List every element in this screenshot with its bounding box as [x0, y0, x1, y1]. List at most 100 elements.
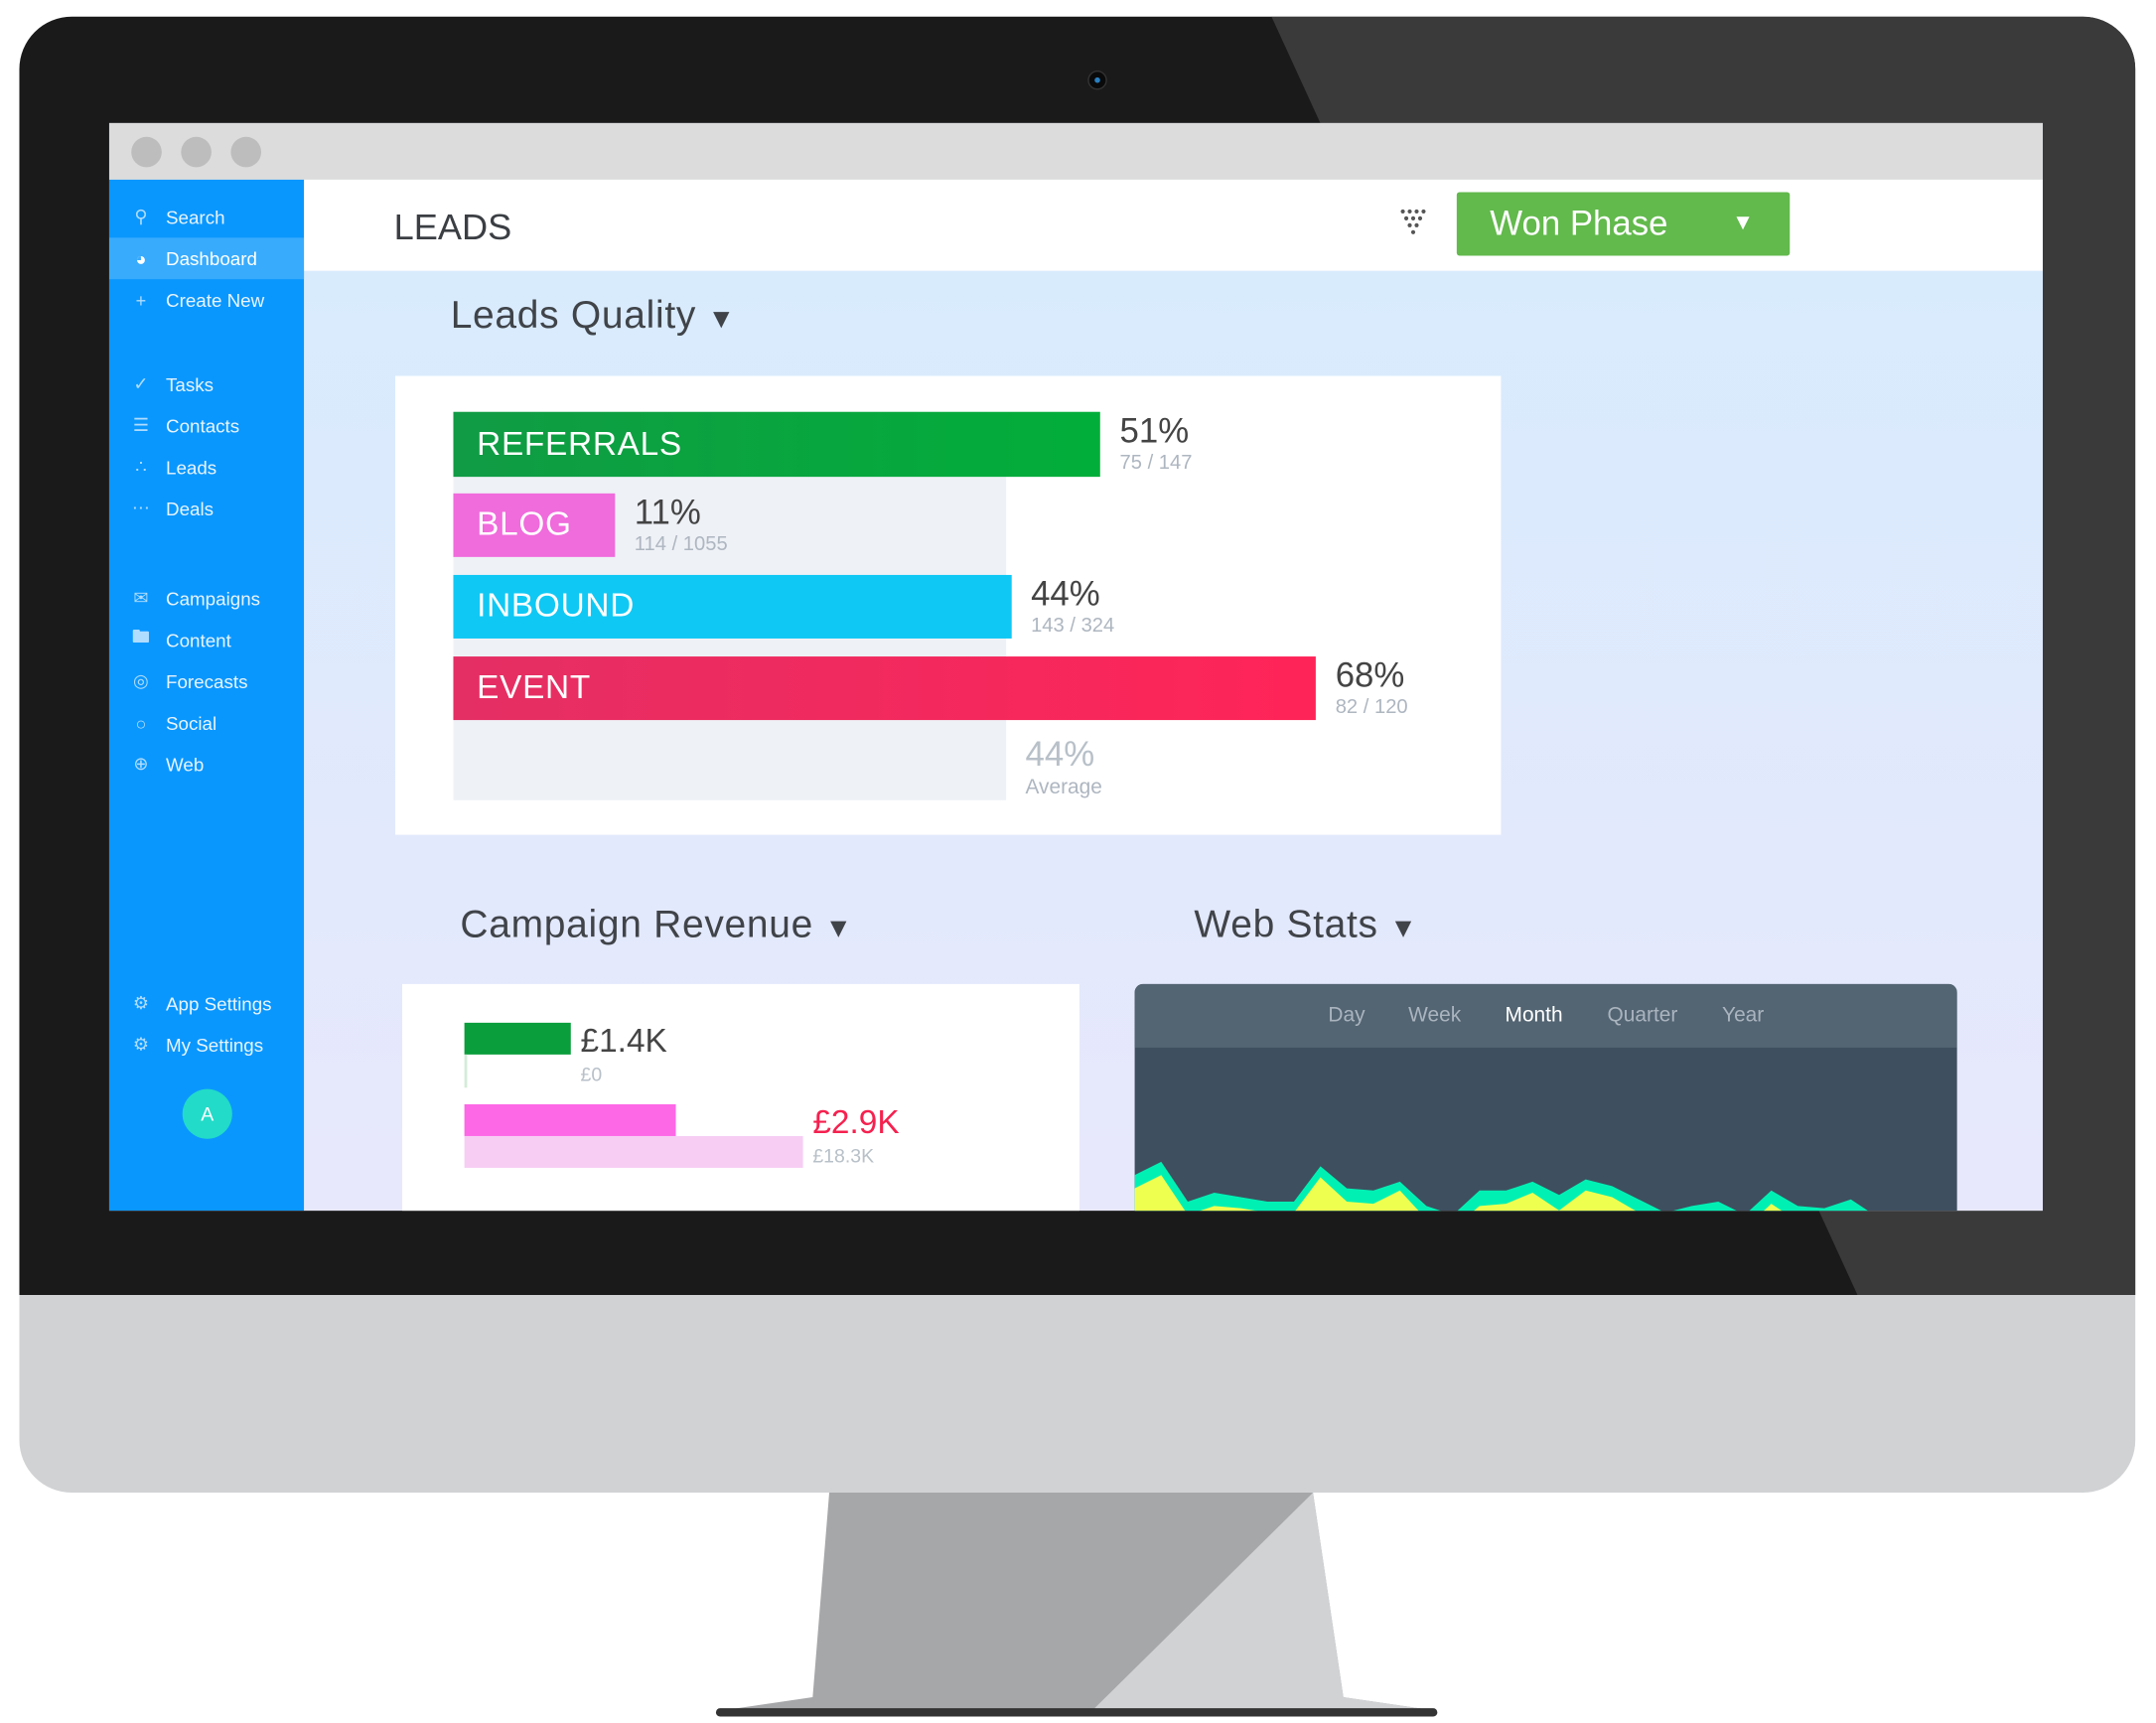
tab-day[interactable]: Day	[1328, 1003, 1365, 1027]
sidebar-item-label: Leads	[166, 456, 217, 478]
bar-label: REFERRALS	[477, 424, 682, 463]
sidebar-item-content[interactable]: 🖿 Content	[109, 619, 304, 660]
close-window-button[interactable]	[131, 136, 162, 168]
dashboard-content: Leads Quality ▼ REFERRALS 51% 75 / 147 B…	[304, 270, 2043, 1212]
title-bar	[108, 122, 2043, 180]
sidebar-item-label: Deals	[166, 498, 215, 519]
gear-filled-icon: ⚙	[132, 992, 150, 1014]
caret-down-icon: ▼	[824, 913, 853, 944]
sidebar-item-label: Web	[166, 754, 205, 776]
sidebar-item-my-settings[interactable]: ⚙ My Settings	[109, 1024, 304, 1066]
sidebar-item-deals[interactable]: ⋯ Deals	[109, 488, 304, 529]
gear-outline-icon: ⚙	[132, 1033, 150, 1055]
webcam	[1087, 70, 1107, 90]
sidebar-item-search[interactable]: ⚲ Search	[109, 197, 304, 238]
bar-label: BLOG	[477, 505, 572, 543]
campaign-revenue-heading[interactable]: Campaign Revenue ▼	[460, 903, 852, 947]
referrals-detail: 75 / 147	[1119, 452, 1193, 475]
search-icon: ⚲	[134, 206, 148, 227]
sidebar-item-contacts[interactable]: ☰ Contacts	[109, 405, 304, 447]
section-title: Campaign Revenue	[460, 902, 814, 945]
sidebar-item-label: My Settings	[166, 1034, 264, 1056]
blog-percent: 11%	[634, 493, 701, 532]
target-icon: ◎	[133, 669, 149, 691]
caret-down-icon: ▼	[1389, 913, 1418, 944]
event-bar[interactable]: EVENT	[453, 656, 1317, 721]
page-title: LEADS	[393, 206, 512, 248]
sidebar-item-label: Create New	[166, 289, 265, 311]
funnel-icon: ⋯	[131, 498, 150, 518]
sidebar: ⚲ Search ◕ Dashboard + Create New ✓ Tasks ☰ C…	[108, 179, 305, 1212]
revenue-target-1: £0	[580, 1063, 603, 1085]
sidebar-item-dashboard[interactable]: ◕ Dashboard	[108, 237, 305, 280]
tab-quarter[interactable]: Quarter	[1608, 1003, 1678, 1027]
campaign-revenue-card: £1.4K £0 £2.9K £18.3K	[401, 983, 1079, 1212]
revenue-bar-2[interactable]	[464, 1103, 676, 1136]
mail-tray-icon: ✉	[133, 587, 149, 609]
chevron-down-icon: ▼	[1732, 211, 1755, 235]
revenue-value-1: £1.4K	[580, 1022, 667, 1061]
event-percent: 68%	[1335, 656, 1405, 696]
check-icon: ✓	[133, 372, 149, 394]
inbound-bar[interactable]: INBOUND	[453, 574, 1012, 639]
referrals-percent: 51%	[1119, 411, 1190, 451]
inbound-detail: 143 / 324	[1031, 615, 1115, 638]
revenue-target-bar-1	[464, 1054, 468, 1088]
revenue-bar-1[interactable]	[464, 1022, 571, 1055]
avatar[interactable]: A	[182, 1088, 232, 1139]
event-detail: 82 / 120	[1335, 696, 1408, 719]
tab-week[interactable]: Week	[1408, 1003, 1461, 1027]
header: LEADS Won Phase ▼	[304, 179, 2043, 271]
dropdown-label: Won Phase	[1490, 204, 1668, 243]
filter-funnel-icon[interactable]	[1400, 209, 1431, 239]
won-phase-dropdown[interactable]: Won Phase ▼	[1456, 192, 1791, 256]
sidebar-item-label: Contacts	[166, 415, 240, 437]
average-label: Average	[1025, 775, 1102, 799]
sidebar-item-web[interactable]: ⊕ Web	[109, 744, 304, 786]
maximize-window-button[interactable]	[230, 136, 262, 168]
tab-month[interactable]: Month	[1506, 1003, 1563, 1027]
folder-icon: 🖿	[131, 626, 150, 647]
revenue-value-2: £2.9K	[812, 1103, 900, 1142]
sidebar-item-label: Campaigns	[166, 588, 261, 610]
chat-bubbles-icon: ○	[135, 712, 147, 734]
referrals-bar[interactable]: REFERRALS	[453, 411, 1101, 478]
average-percent: 44%	[1025, 735, 1095, 775]
web-stats-area-chart	[1134, 1161, 1868, 1212]
plus-icon: +	[135, 289, 147, 311]
sidebar-item-label: Dashboard	[166, 247, 257, 269]
sidebar-item-label: Search	[166, 207, 225, 227]
blog-bar[interactable]: BLOG	[453, 493, 616, 557]
sidebar-item-forecasts[interactable]: ◎ Forecasts	[109, 660, 304, 702]
sidebar-item-leads[interactable]: ∴ Leads	[109, 447, 304, 489]
bar-label: INBOUND	[477, 587, 636, 626]
revenue-target-bar-2	[464, 1135, 803, 1168]
sidebar-item-create-new[interactable]: + Create New	[109, 279, 304, 321]
inbound-percent: 44%	[1031, 574, 1100, 614]
revenue-target-2: £18.3K	[812, 1144, 875, 1167]
monitor-chin	[19, 1295, 2136, 1494]
sidebar-item-label: Forecasts	[166, 670, 248, 692]
section-title: Leads Quality	[450, 293, 697, 337]
list-icon: ☰	[132, 414, 150, 436]
sidebar-item-social[interactable]: ○ Social	[109, 702, 304, 744]
web-stats-heading[interactable]: Web Stats ▼	[1194, 903, 1417, 947]
leads-quality-card: REFERRALS 51% 75 / 147 BLOG 11% 114 / 10…	[395, 375, 1502, 835]
tab-year[interactable]: Year	[1722, 1003, 1764, 1027]
bar-label: EVENT	[477, 668, 591, 707]
drops-icon: ∴	[135, 456, 147, 478]
app-window: ⚲ Search ◕ Dashboard + Create New ✓ Tasks ☰ C…	[108, 122, 2043, 1212]
sidebar-item-label: Social	[166, 712, 217, 734]
web-stats-card: Day Week Month Quarter Year	[1134, 983, 1957, 1212]
caret-down-icon: ▼	[707, 304, 736, 335]
sidebar-item-label: Tasks	[166, 373, 215, 395]
leads-quality-heading[interactable]: Leads Quality ▼	[451, 293, 736, 338]
sidebar-item-label: App Settings	[166, 992, 272, 1014]
sidebar-item-campaigns[interactable]: ✉ Campaigns	[109, 578, 304, 620]
minimize-window-button[interactable]	[181, 136, 212, 168]
sidebar-item-tasks[interactable]: ✓ Tasks	[109, 363, 304, 405]
sidebar-item-label: Content	[166, 629, 231, 650]
section-title: Web Stats	[1194, 902, 1378, 945]
sidebar-item-app-settings[interactable]: ⚙ App Settings	[109, 982, 304, 1024]
blog-detail: 114 / 1055	[634, 533, 728, 556]
